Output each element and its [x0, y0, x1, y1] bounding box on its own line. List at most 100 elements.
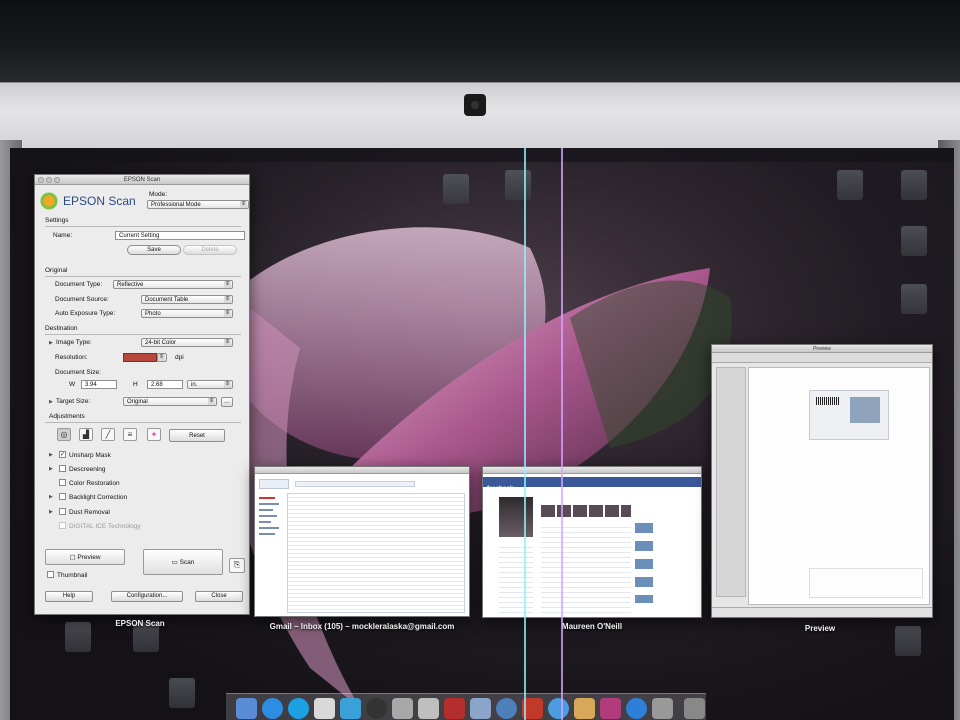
preferences-icon[interactable]	[392, 698, 413, 719]
menu-bar	[10, 148, 954, 162]
app-store-icon[interactable]	[262, 698, 283, 719]
disclosure-triangle-icon[interactable]: ▶	[49, 466, 53, 472]
preview-statusbar	[712, 607, 932, 617]
preview-tool-panel[interactable]	[716, 367, 746, 597]
photo-booth-icon[interactable]	[444, 698, 465, 719]
divider	[45, 276, 241, 277]
minimize-window-icon[interactable]	[46, 177, 52, 183]
divider	[45, 226, 241, 227]
height-field[interactable]: 2.68	[147, 380, 183, 389]
disclosure-triangle-icon[interactable]: ▶	[49, 399, 53, 405]
image-adjustment-icon[interactable]: ≡	[123, 428, 137, 441]
scanned-card	[809, 390, 889, 440]
name-field[interactable]: Current Setting	[115, 231, 245, 240]
reset-button[interactable]: Reset	[169, 429, 225, 442]
image-type-select[interactable]: 24-bit Color	[141, 338, 233, 347]
desktop-icon[interactable]	[488, 170, 548, 200]
target-size-select[interactable]: Original	[123, 397, 217, 406]
scan-button[interactable]: ▭ Scan	[143, 549, 223, 575]
dust-removal-checkbox[interactable]	[59, 508, 66, 515]
delete-button[interactable]: Delete	[183, 245, 237, 255]
dashboard-icon[interactable]	[366, 698, 387, 719]
trash-icon[interactable]	[684, 698, 705, 719]
facebook-thumbnails[interactable]	[635, 523, 653, 603]
digital-ice-checkbox[interactable]	[59, 522, 66, 529]
safari-icon[interactable]	[626, 698, 647, 719]
document-source-select[interactable]: Document Table	[141, 295, 233, 304]
width-label: W	[69, 381, 76, 388]
mode-select[interactable]: Professional Mode	[147, 200, 249, 209]
photo-strip[interactable]	[541, 505, 631, 517]
document-type-select[interactable]: Reflective	[113, 280, 233, 289]
disclosure-triangle-icon[interactable]: ▶	[49, 340, 53, 346]
close-window-icon[interactable]	[38, 177, 44, 183]
document-size-label: Document Size:	[55, 369, 101, 376]
zoom-window-icon[interactable]	[54, 177, 60, 183]
settings-section-label: Settings	[45, 217, 69, 224]
gmail-message-list[interactable]	[287, 493, 465, 613]
screen-artifact-line	[561, 148, 563, 720]
facebook-header: facebook	[483, 477, 701, 492]
unit-select[interactable]: in.	[187, 380, 233, 389]
auto-exposure-icon[interactable]: ◎	[57, 428, 71, 441]
time-machine-icon[interactable]	[496, 698, 517, 719]
desktop-icon[interactable]	[48, 622, 108, 652]
auto-exposure-select[interactable]: Photo	[141, 309, 233, 318]
desktop-icon[interactable]	[152, 678, 212, 708]
gmail-sidebar	[259, 497, 283, 607]
save-button[interactable]: Save	[127, 245, 181, 255]
desktop-icon[interactable]	[884, 284, 944, 314]
desktop-icon[interactable]	[426, 174, 486, 204]
itunes-icon[interactable]	[548, 698, 569, 719]
color-palette-icon[interactable]: ✦	[147, 428, 161, 441]
epson-scan-window[interactable]: EPSON Scan EPSON Scan Mode: Professional…	[34, 174, 250, 615]
target-size-options-button[interactable]: …	[221, 397, 233, 407]
preview-window[interactable]: Preview	[711, 344, 933, 618]
iphoto-icon[interactable]	[574, 698, 595, 719]
descreening-checkbox[interactable]	[59, 465, 66, 472]
script-editor-icon[interactable]	[314, 698, 335, 719]
backlight-correction-checkbox[interactable]	[59, 493, 66, 500]
bezel-top	[0, 0, 960, 85]
unsharp-mask-checkbox[interactable]: ✓	[59, 451, 66, 458]
destination-section-label: Destination	[45, 325, 78, 332]
tone-curve-icon[interactable]: ╱	[101, 428, 115, 441]
disclosure-triangle-icon[interactable]: ▶	[49, 494, 53, 500]
color-restoration-checkbox[interactable]	[59, 479, 66, 486]
terminal-icon[interactable]	[652, 698, 673, 719]
gmail-window[interactable]	[254, 466, 470, 617]
close-button[interactable]: Close	[195, 591, 243, 602]
facebook-feed[interactable]	[541, 523, 631, 613]
gmail-titlebar	[255, 467, 469, 474]
word-icon[interactable]	[340, 698, 361, 719]
imovie-icon[interactable]	[600, 698, 621, 719]
file-save-settings-icon[interactable]: ⎘	[229, 558, 245, 573]
resolution-field[interactable]	[123, 353, 157, 362]
utility-icon[interactable]	[418, 698, 439, 719]
configuration-button[interactable]: Configuration...	[111, 591, 183, 602]
disclosure-triangle-icon[interactable]: ▶	[49, 509, 53, 515]
preview-button[interactable]: ▢ Preview	[45, 549, 125, 565]
width-field[interactable]: 3.94	[81, 380, 117, 389]
desktop-icon[interactable]	[878, 626, 938, 656]
help-button[interactable]: Help	[45, 591, 93, 602]
profile-photo[interactable]	[499, 497, 533, 537]
preview-canvas[interactable]	[748, 367, 930, 605]
gmail-search-input[interactable]	[295, 481, 415, 487]
desktop-icon[interactable]	[820, 170, 880, 200]
preview-button-label: Preview	[77, 554, 101, 561]
auto-exposure-label: Auto Exposure Type:	[55, 310, 116, 317]
desktop-icon[interactable]	[884, 170, 944, 200]
thumbnail-checkbox[interactable]	[47, 571, 54, 578]
divider	[45, 422, 241, 423]
document-type-label: Document Type:	[55, 281, 103, 288]
facebook-window[interactable]: facebook	[482, 466, 702, 618]
gmail-logo	[259, 479, 289, 489]
histogram-icon[interactable]: ▟	[79, 428, 93, 441]
disclosure-triangle-icon[interactable]: ▶	[49, 452, 53, 458]
address-book-icon[interactable]	[470, 698, 491, 719]
skype-icon[interactable]	[288, 698, 309, 719]
resolution-select[interactable]	[157, 353, 167, 362]
finder-icon[interactable]	[236, 698, 257, 719]
desktop-icon[interactable]	[884, 226, 944, 256]
